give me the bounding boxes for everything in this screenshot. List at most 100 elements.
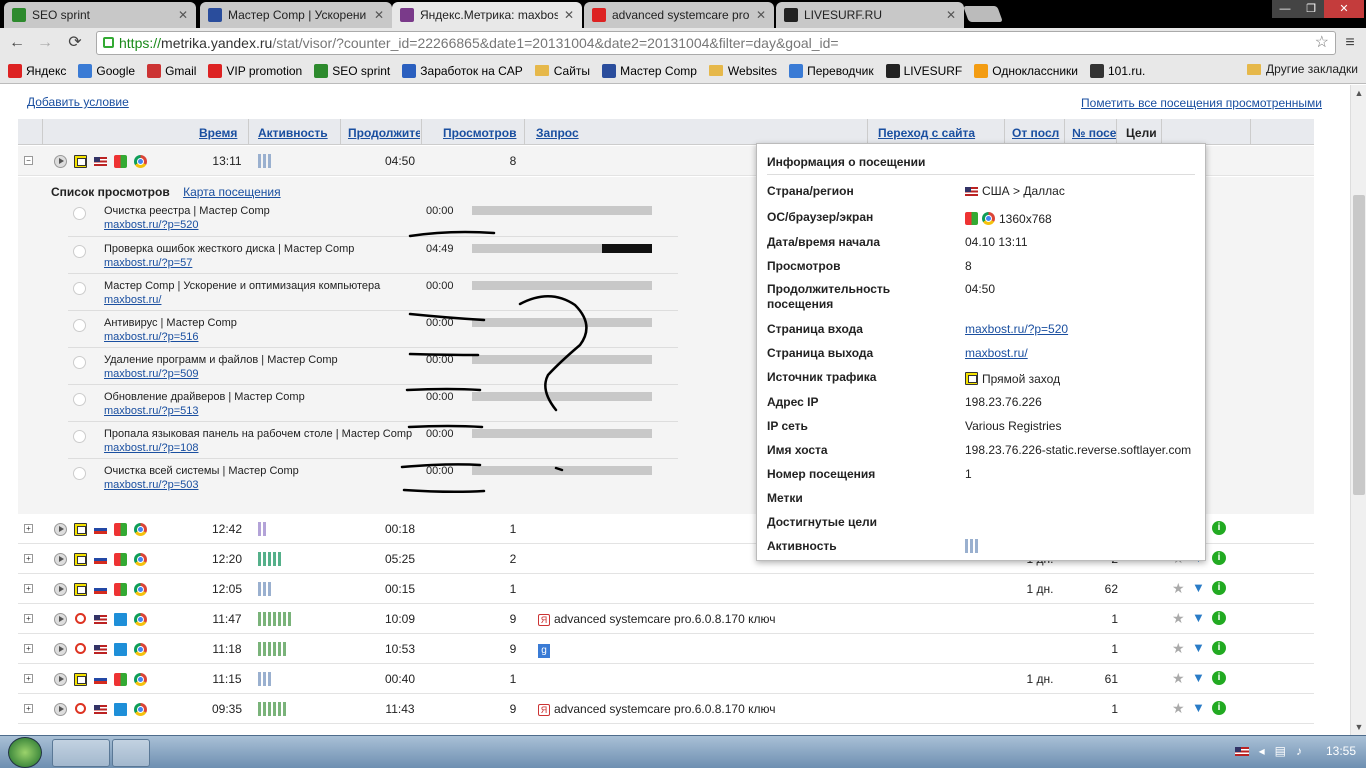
star-icon[interactable]: ★ <box>1172 671 1186 685</box>
reload-icon[interactable]: ⟳ <box>64 33 86 53</box>
pageview-play-icon[interactable] <box>73 356 86 369</box>
col-visit-number[interactable]: № посе <box>1072 126 1116 140</box>
tab-pageview-list[interactable]: Список просмотров <box>51 185 170 199</box>
close-tab-icon[interactable]: ✕ <box>564 8 574 22</box>
bookmark-item[interactable]: Gmail <box>147 63 196 78</box>
collapse-toggle[interactable]: − <box>24 156 33 165</box>
scroll-thumb[interactable] <box>1353 195 1365 495</box>
bookmark-item[interactable]: Заработок на CAP <box>402 63 523 78</box>
play-icon[interactable] <box>54 643 67 656</box>
tab-3[interactable]: Яндекс.Метрика: maxbost ✕ <box>392 2 582 28</box>
bookmark-item[interactable]: SEO sprint <box>314 63 390 78</box>
maximize-button[interactable]: ❐ <box>1298 0 1324 18</box>
expand-toggle[interactable]: + <box>24 584 33 593</box>
filter-icon[interactable]: ▼ <box>1192 671 1206 685</box>
other-bookmarks[interactable]: Другие закладки <box>1247 62 1358 76</box>
info-icon[interactable]: i <box>1212 581 1226 595</box>
pageview-url-link[interactable]: maxbost.ru/?p=516 <box>104 331 198 343</box>
scroll-up-icon[interactable]: ▲ <box>1354 88 1364 98</box>
bookmark-item[interactable]: Мастер Comp <box>602 63 697 78</box>
col-activity[interactable]: Активность <box>258 126 328 140</box>
close-window-button[interactable]: ✕ <box>1324 0 1364 18</box>
scroll-down-icon[interactable]: ▼ <box>1354 722 1364 732</box>
forward-arrow-icon[interactable]: → <box>34 33 56 53</box>
close-tab-icon[interactable]: ✕ <box>756 8 766 22</box>
tab-5[interactable]: LIVESURF.RU ✕ <box>776 2 964 28</box>
bookmark-star-icon[interactable]: ☆ <box>1315 32 1329 54</box>
bookmark-item[interactable]: Одноклассники <box>974 63 1078 78</box>
filter-icon[interactable]: ▼ <box>1192 611 1206 625</box>
page-scrollbar[interactable]: ▲ ▼ <box>1350 85 1366 735</box>
play-icon[interactable] <box>54 553 67 566</box>
star-icon[interactable]: ★ <box>1172 641 1186 655</box>
bookmark-item[interactable]: 101.ru. <box>1089 63 1145 78</box>
tab-4[interactable]: advanced systemcare pro.6 ✕ <box>584 2 774 28</box>
expand-toggle[interactable]: + <box>24 524 33 533</box>
play-icon[interactable] <box>54 613 67 626</box>
language-flag-icon[interactable] <box>1234 746 1249 756</box>
expand-toggle[interactable]: + <box>24 674 33 683</box>
visit-row[interactable]: +11:15 00:40 1 1 дн. 61 ★ ▼ i <box>18 664 1314 694</box>
play-icon[interactable] <box>54 583 67 596</box>
pageview-url-link[interactable]: maxbost.ru/ <box>104 294 161 306</box>
pageview-play-icon[interactable] <box>73 207 86 220</box>
info-icon[interactable]: i <box>1212 641 1226 655</box>
pageview-url-link[interactable]: maxbost.ru/?p=57 <box>104 257 192 269</box>
popup-link[interactable]: maxbost.ru/ <box>965 346 1028 360</box>
pageview-url-link[interactable]: maxbost.ru/?p=509 <box>104 368 198 380</box>
pageview-url-link[interactable]: maxbost.ru/?p=513 <box>104 405 198 417</box>
visit-row[interactable]: +12:05 00:15 1 1 дн. 62 ★ ▼ i <box>18 574 1314 604</box>
tab-visit-map[interactable]: Карта посещения <box>183 185 281 199</box>
tab-1[interactable]: SEO sprint ✕ <box>4 2 196 28</box>
expand-toggle[interactable]: + <box>24 704 33 713</box>
col-from-last[interactable]: От посл <box>1012 126 1060 140</box>
pageview-play-icon[interactable] <box>73 319 86 332</box>
minimize-button[interactable]: — <box>1272 0 1298 18</box>
star-icon[interactable]: ★ <box>1172 581 1186 595</box>
new-tab-button[interactable] <box>963 6 1003 22</box>
info-icon[interactable]: i <box>1212 611 1226 625</box>
info-icon[interactable]: i <box>1212 551 1226 565</box>
pageview-play-icon[interactable] <box>73 393 86 406</box>
tab-2[interactable]: Мастер Comp | Ускорени ✕ <box>200 2 392 28</box>
play-icon[interactable] <box>54 703 67 716</box>
speaker-icon[interactable]: ♪ <box>1296 744 1302 758</box>
pageview-url-link[interactable]: maxbost.ru/?p=108 <box>104 442 198 454</box>
expand-toggle[interactable]: + <box>24 614 33 623</box>
pageview-url-link[interactable]: maxbost.ru/?p=503 <box>104 479 198 491</box>
bookmark-item[interactable]: Яндекс <box>8 63 66 78</box>
bookmark-item[interactable]: VIP promotion <box>208 63 302 78</box>
col-time[interactable]: Время <box>199 126 239 140</box>
visit-row[interactable]: +11:18 10:53 9 g 1 ★ ▼ i <box>18 634 1314 664</box>
add-condition-link[interactable]: Добавить условие <box>27 95 129 109</box>
pageview-play-icon[interactable] <box>73 245 86 258</box>
pageview-play-icon[interactable] <box>73 467 86 480</box>
visit-row[interactable]: +11:47 10:09 9 Яadvanced systemcare pro.6.0… <box>18 604 1314 634</box>
bookmark-item[interactable]: Websites <box>708 64 777 78</box>
visit-row[interactable]: +09:35 11:43 9 Яadvanced systemcare pro.6.0… <box>18 694 1314 724</box>
filter-icon[interactable]: ▼ <box>1192 641 1206 655</box>
filter-icon[interactable]: ▼ <box>1192 581 1206 595</box>
col-duration[interactable]: Продолжите <box>348 126 420 140</box>
chrome-menu-icon[interactable]: ≡ <box>1340 33 1360 53</box>
mark-all-viewed-link[interactable]: Пометить все посещения просмотренными <box>1081 96 1322 110</box>
volume-icon[interactable]: ◂ <box>1259 744 1265 758</box>
star-icon[interactable]: ★ <box>1172 701 1186 715</box>
expand-toggle[interactable]: + <box>24 644 33 653</box>
pageview-play-icon[interactable] <box>73 282 86 295</box>
col-views[interactable]: Просмотров <box>443 126 518 140</box>
bookmark-item[interactable]: Переводчик <box>789 63 874 78</box>
star-icon[interactable]: ★ <box>1172 611 1186 625</box>
info-icon[interactable]: i <box>1212 701 1226 715</box>
bookmark-item[interactable]: Сайты <box>534 64 590 78</box>
pageview-url-link[interactable]: maxbost.ru/?p=520 <box>104 219 198 231</box>
expand-toggle[interactable]: + <box>24 554 33 563</box>
play-icon[interactable] <box>54 155 67 168</box>
network-icon[interactable]: ▤ <box>1275 744 1286 758</box>
close-tab-icon[interactable]: ✕ <box>946 8 956 22</box>
filter-icon[interactable]: ▼ <box>1192 701 1206 715</box>
start-button[interactable] <box>8 737 42 768</box>
chrome-taskbar-button[interactable] <box>52 739 110 767</box>
close-tab-icon[interactable]: ✕ <box>178 8 188 22</box>
close-tab-icon[interactable]: ✕ <box>374 8 384 22</box>
